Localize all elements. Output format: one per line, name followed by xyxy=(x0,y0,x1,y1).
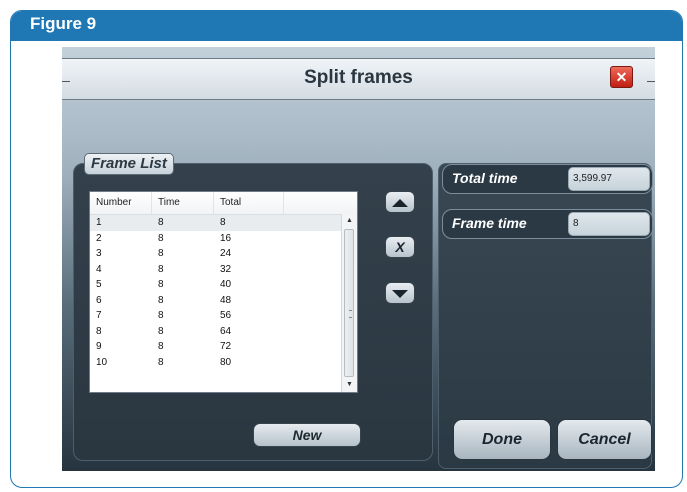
scroll-thumb[interactable] xyxy=(344,229,354,377)
cell-total: 56 xyxy=(220,310,232,321)
cell-time: 8 xyxy=(158,248,164,259)
cell-number: 4 xyxy=(96,263,102,275)
cell-number: 9 xyxy=(96,341,102,352)
cell-number: 1 xyxy=(96,217,102,228)
scroll-grip-icon xyxy=(349,310,352,318)
delete-frame-button[interactable]: X xyxy=(385,236,415,258)
frame-time-row: Frame time 8 xyxy=(442,209,653,239)
cell-time: 8 xyxy=(158,279,164,290)
column-header-blank xyxy=(284,192,344,214)
cell-total: 8 xyxy=(220,217,226,228)
cancel-button[interactable]: Cancel xyxy=(557,419,652,460)
cell-time: 8 xyxy=(158,217,164,228)
table-row[interactable]: 1 8 8 xyxy=(90,215,357,231)
cell-number: 8 xyxy=(96,325,102,337)
total-time-row: Total time 3,599.97 xyxy=(442,164,653,194)
cell-total: 80 xyxy=(220,356,232,368)
figure-title: Figure 9 xyxy=(30,14,97,33)
close-icon[interactable]: ✕ xyxy=(610,66,633,88)
frame-time-field[interactable]: 8 xyxy=(568,212,650,236)
cell-number: 7 xyxy=(96,310,102,321)
move-down-button[interactable] xyxy=(385,282,415,304)
scroll-down-icon[interactable]: ▼ xyxy=(342,378,357,392)
done-button[interactable]: Done xyxy=(453,419,551,460)
frame-time-label: Frame time xyxy=(452,215,527,231)
vertical-scrollbar[interactable]: ▲ ▼ xyxy=(341,214,357,392)
cell-total: 32 xyxy=(220,263,232,275)
move-up-button[interactable] xyxy=(385,191,415,213)
frame-list-rows: 1 8 8 2 8 16 3 8 24 4 8 32 5 8 40 6 8 48 7 8 56 8 8 64 9 8 72 10 8 80 xyxy=(90,215,357,370)
new-frame-button[interactable]: New xyxy=(253,423,361,447)
cell-time: 8 xyxy=(158,232,164,244)
column-header-total[interactable]: Total xyxy=(214,192,284,214)
cell-total: 40 xyxy=(220,279,232,290)
table-row[interactable]: 9 8 72 xyxy=(90,339,357,355)
cell-total: 72 xyxy=(220,341,232,352)
table-row[interactable]: 7 8 56 xyxy=(90,308,357,324)
table-row[interactable]: 3 8 24 xyxy=(90,246,357,262)
table-row[interactable]: 4 8 32 xyxy=(90,262,357,278)
frame-list-view[interactable]: Number Time Total 1 8 8 2 8 16 3 8 24 4 8 32 5 8 40 6 8 4… xyxy=(89,191,358,393)
frame-list-header: Number Time Total xyxy=(90,192,357,215)
cell-number: 5 xyxy=(96,279,102,290)
cell-total: 24 xyxy=(220,248,232,259)
total-time-field[interactable]: 3,599.97 xyxy=(568,167,650,191)
cell-time: 8 xyxy=(158,263,164,275)
cell-time: 8 xyxy=(158,341,164,352)
total-time-label: Total time xyxy=(452,170,518,186)
cell-time: 8 xyxy=(158,356,164,368)
scroll-up-icon[interactable]: ▲ xyxy=(342,214,357,228)
frame-list-label: Frame List xyxy=(84,153,174,175)
cell-total: 64 xyxy=(220,325,232,337)
cell-number: 3 xyxy=(96,248,102,259)
column-header-number[interactable]: Number xyxy=(90,192,152,214)
table-row[interactable]: 8 8 64 xyxy=(90,324,357,340)
triangle-down-icon xyxy=(392,290,408,298)
table-row[interactable]: 5 8 40 xyxy=(90,277,357,293)
cell-number: 10 xyxy=(96,356,108,368)
cell-time: 8 xyxy=(158,310,164,321)
cell-number: 6 xyxy=(96,294,102,306)
cell-total: 16 xyxy=(220,232,232,244)
dialog-title: Split frames xyxy=(304,67,413,88)
cell-time: 8 xyxy=(158,325,164,337)
table-row[interactable]: 6 8 48 xyxy=(90,293,357,309)
column-header-time[interactable]: Time xyxy=(152,192,214,214)
table-row[interactable]: 2 8 16 xyxy=(90,231,357,247)
cell-time: 8 xyxy=(158,294,164,306)
figure-header: Figure 9 xyxy=(11,11,682,41)
triangle-up-icon xyxy=(392,199,408,207)
cell-number: 2 xyxy=(96,232,102,244)
dialog-titlebar: Split frames ✕ xyxy=(62,58,655,100)
table-row[interactable]: 10 8 80 xyxy=(90,355,357,371)
split-frames-dialog: Split frames ✕ Frame List Number Time To… xyxy=(62,47,655,471)
cell-total: 48 xyxy=(220,294,232,306)
